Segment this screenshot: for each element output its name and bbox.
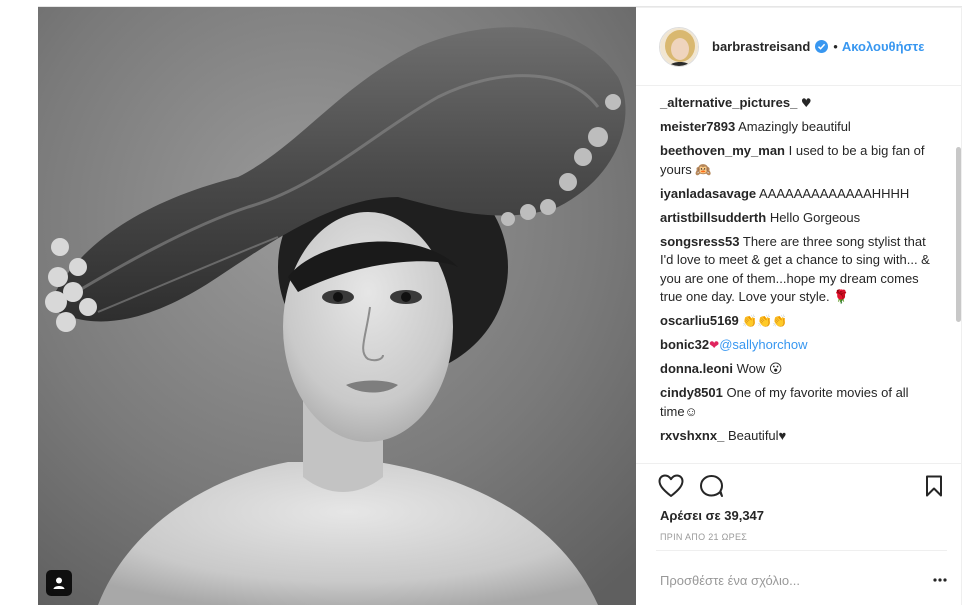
comment-username[interactable]: songsress53 bbox=[660, 234, 740, 249]
comment-item: cindy8501 One of my favorite movies of a… bbox=[660, 384, 934, 421]
comment-text: Beautiful♥ bbox=[727, 427, 787, 443]
more-options-icon bbox=[933, 578, 947, 582]
comment-item: artistbillsudderth Hello Gorgeous bbox=[660, 209, 934, 228]
comment-bubble-icon bbox=[700, 475, 723, 497]
comment-item: beethoven_my_man I used to be a big fan … bbox=[660, 142, 934, 179]
bookmark-icon bbox=[926, 475, 942, 497]
user-tag-icon bbox=[53, 577, 65, 589]
follow-button[interactable]: Ακολουθήστε bbox=[842, 39, 925, 54]
comments-list[interactable]: _alternative_pictures_ ♥ meister7893 Ama… bbox=[636, 87, 954, 462]
heart-icon bbox=[658, 474, 684, 497]
portrait-photo bbox=[38, 7, 636, 605]
post-header: barbrastreisand • Ακολουθήστε bbox=[636, 8, 962, 86]
post-actions bbox=[636, 463, 962, 507]
comment-item: meister7893 Amazingly beautiful bbox=[660, 118, 934, 137]
user-tag-button[interactable] bbox=[46, 570, 72, 596]
author-username[interactable]: barbrastreisand bbox=[712, 39, 810, 54]
comment-text: Wow 😮 bbox=[736, 361, 783, 376]
comment-text: Hello Gorgeous bbox=[769, 209, 861, 225]
like-count[interactable]: Αρέσει σε 39,347 bbox=[660, 508, 764, 523]
comment-item: bonic32❤@sallyhorchow bbox=[660, 336, 934, 355]
comment-mention-link[interactable]: @sallyhorchow bbox=[719, 337, 807, 352]
comment-text: ❤ bbox=[709, 338, 720, 352]
post-timestamp[interactable]: ΠΡΙΝ ΑΠΟ 21 ΩΡΕΣ bbox=[660, 532, 747, 542]
comment-text: ♥ bbox=[800, 96, 812, 110]
comment-item: songsress53 There are three song stylist… bbox=[660, 233, 934, 307]
comments-scrollbar[interactable] bbox=[955, 87, 961, 462]
comment-username[interactable]: oscarliu5169 bbox=[660, 313, 739, 328]
comment-username[interactable]: _alternative_pictures_ bbox=[660, 95, 797, 110]
verified-badge-icon bbox=[815, 40, 829, 53]
comment-username[interactable]: donna.leoni bbox=[660, 361, 733, 376]
comment-item: rxvshxnx_ Beautiful♥ bbox=[660, 427, 934, 446]
comment-text: AAAAAAAAAAAAAHHHH bbox=[759, 185, 910, 201]
comment-text: 👏👏👏 bbox=[742, 314, 788, 328]
post-sidebar: barbrastreisand • Ακολουθήστε _alternati… bbox=[636, 7, 962, 605]
comment-item: oscarliu5169 👏👏👏 bbox=[660, 312, 934, 331]
scrollbar-thumb[interactable] bbox=[956, 147, 961, 322]
comment-item: donna.leoni Wow 😮 bbox=[660, 360, 934, 379]
comment-username[interactable]: rxvshxnx_ bbox=[660, 428, 724, 443]
like-button[interactable] bbox=[658, 474, 684, 503]
comment-username[interactable]: beethoven_my_man bbox=[660, 143, 785, 158]
comment-button[interactable] bbox=[699, 474, 725, 503]
add-comment-bar bbox=[656, 550, 947, 606]
more-options-button[interactable] bbox=[932, 572, 948, 593]
post-photo[interactable] bbox=[38, 7, 636, 605]
comment-username[interactable]: iyanladasavage bbox=[660, 186, 756, 201]
comment-username[interactable]: cindy8501 bbox=[660, 385, 723, 400]
save-button[interactable] bbox=[925, 475, 943, 502]
header-separator: • bbox=[833, 39, 838, 54]
comment-username[interactable]: meister7893 bbox=[660, 119, 735, 134]
comment-input[interactable] bbox=[660, 570, 910, 590]
avatar[interactable] bbox=[659, 26, 699, 67]
comment-item: _alternative_pictures_ ♥ bbox=[660, 94, 934, 113]
avatar-image bbox=[660, 27, 698, 66]
comment-username[interactable]: artistbillsudderth bbox=[660, 210, 766, 225]
comment-text: Amazingly beautiful bbox=[738, 119, 851, 134]
comment-username[interactable]: bonic32 bbox=[660, 337, 709, 352]
comment-item: iyanladasavage AAAAAAAAAAAAAHHHH bbox=[660, 185, 934, 204]
